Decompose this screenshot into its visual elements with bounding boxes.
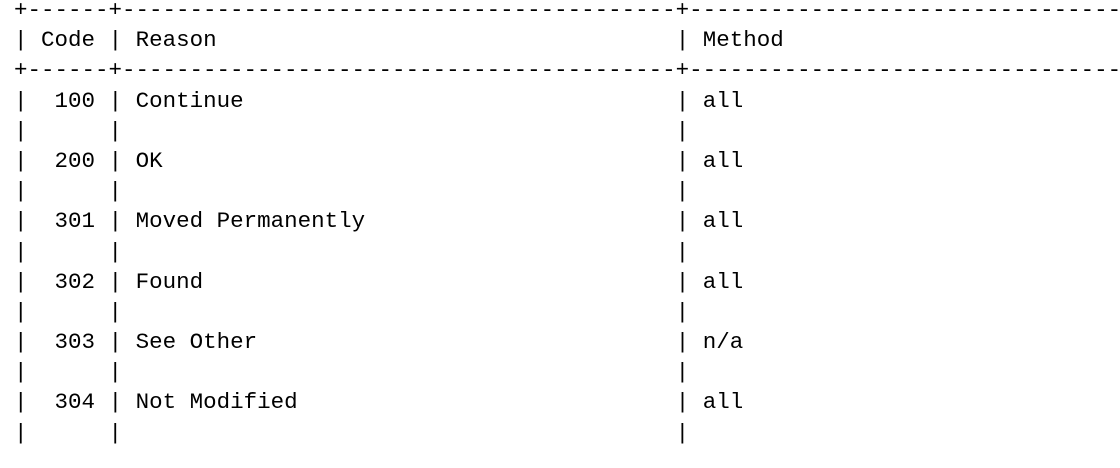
table-row: | 303 | See Other | n/a |: [14, 329, 744, 356]
table-row: | 100 | Continue | all |: [14, 87, 744, 114]
table-row-spacer: | | | |: [14, 419, 1120, 446]
ascii-status-table: +------+--------------------------------…: [14, 0, 1120, 448]
cell-reason: See Other: [135, 329, 258, 356]
cell-reason: Not Modified: [135, 389, 298, 416]
cell-code: 100: [54, 87, 96, 114]
cell-code: 303: [54, 329, 96, 356]
table-row: | 304 | Not Modified | all |: [14, 389, 744, 416]
cell-code: 302: [54, 268, 96, 295]
cell-method: n/a: [702, 329, 744, 356]
table-row-spacer: | | | |: [14, 117, 1120, 144]
table-border: +------+--------------------------------…: [14, 57, 1120, 84]
cell-reason: Moved Permanently: [135, 208, 366, 235]
cell-reason: Found: [135, 268, 204, 295]
table-row: | 200 | OK | all |: [14, 147, 744, 174]
table-row-spacer: | | | |: [14, 178, 1120, 205]
table-row-spacer: | | | |: [14, 359, 1120, 386]
table-header-row: | Code | Reason | Method |: [14, 27, 784, 54]
cell-method: all: [702, 389, 744, 416]
table-row: | 302 | Found | all |: [14, 268, 744, 295]
cell-reason: Continue: [135, 87, 244, 114]
cell-code: 200: [54, 147, 96, 174]
cell-code: 304: [54, 389, 96, 416]
cell-method: all: [702, 147, 744, 174]
column-header-method: Method: [702, 27, 784, 54]
table-row-spacer: | | | |: [14, 238, 1120, 265]
cell-reason: OK: [135, 147, 163, 174]
cell-code: 301: [54, 208, 96, 235]
table-row-spacer: | | | |: [14, 298, 1120, 325]
cell-method: all: [702, 87, 744, 114]
column-header-reason: Reason: [135, 27, 217, 54]
table-border: +------+--------------------------------…: [14, 0, 1120, 23]
table-row: | 301 | Moved Permanently | all |: [14, 208, 744, 235]
cell-method: all: [702, 208, 744, 235]
cell-method: all: [702, 268, 744, 295]
column-header-code: Code: [41, 27, 96, 54]
